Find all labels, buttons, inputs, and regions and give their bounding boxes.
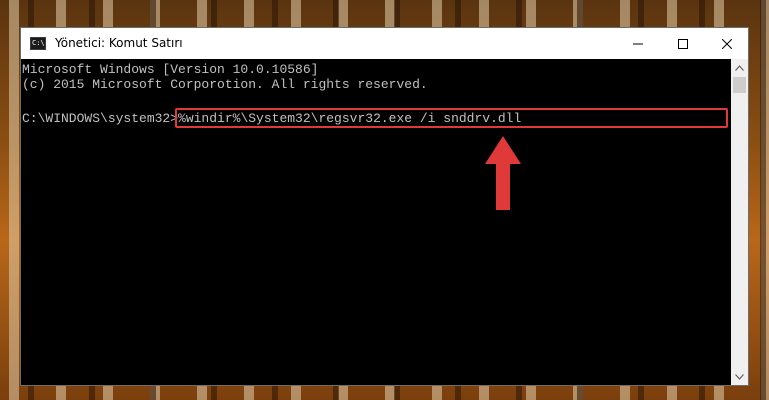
close-icon (721, 38, 732, 49)
window-title: Yönetici: Komut Satırı (55, 36, 183, 50)
console-line-copyright: (c) 2015 Microsoft Corporotion. All righ… (22, 77, 428, 92)
chevron-up-icon (735, 64, 744, 71)
cmd-icon[interactable]: C:\ (30, 37, 46, 50)
console-prompt: C:\WINDOWS\system32> (22, 111, 179, 126)
title-bar[interactable]: C:\ Yönetici: Komut Satırı (21, 28, 748, 59)
maximize-button[interactable] (660, 28, 705, 59)
minimize-icon (632, 43, 643, 44)
scroll-up-button[interactable] (731, 59, 748, 76)
maximize-icon (677, 38, 688, 49)
close-button[interactable] (704, 28, 749, 59)
chevron-down-icon (735, 373, 744, 380)
vertical-scrollbar[interactable] (731, 59, 748, 385)
minimize-button[interactable] (615, 28, 660, 59)
console-output[interactable]: Microsoft Windows [Version 10.0.10586] (… (21, 59, 731, 385)
up-arrow-icon (485, 136, 521, 210)
console-line-version: Microsoft Windows [Version 10.0.10586] (22, 62, 319, 77)
scroll-down-button[interactable] (731, 368, 748, 385)
command-prompt-window: C:\ Yönetici: Komut Satırı Microsoft Win… (20, 27, 749, 386)
scroll-thumb[interactable] (733, 77, 746, 93)
command-highlight-box (175, 108, 728, 128)
